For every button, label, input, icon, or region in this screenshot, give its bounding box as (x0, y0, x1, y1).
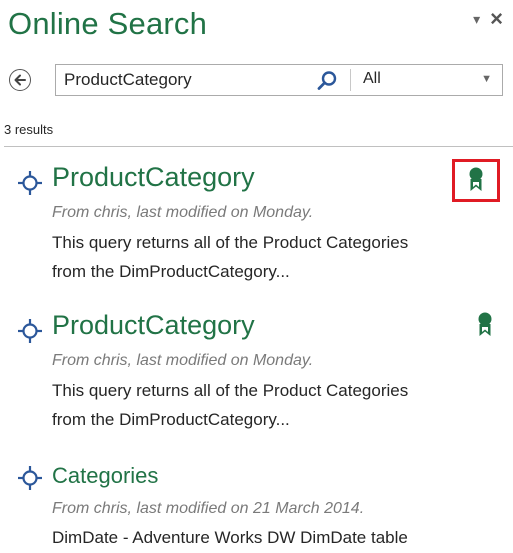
result-description: This query returns all of the Product Ca… (52, 376, 507, 434)
query-target-icon (18, 171, 42, 195)
result-description: This query returns all of the Product Ca… (52, 228, 507, 286)
result-description: DimDate - Adventure Works DW DimDate tab… (52, 523, 507, 552)
result-description-line: from the DimProductCategory... (52, 262, 290, 281)
result-title[interactable]: Categories (52, 463, 158, 489)
query-target-icon (18, 319, 42, 343)
result-meta: From chris, last modified on Monday. (52, 352, 314, 369)
certified-ribbon-icon (469, 167, 483, 191)
search-result-1[interactable]: ProductCategory From chris, last modifie… (0, 159, 513, 302)
results-divider (4, 146, 513, 147)
result-description-line: This query returns all of the Product Ca… (52, 233, 409, 252)
result-description-line: This query returns all of the Product Ca… (52, 381, 409, 400)
search-box: All ▼ (55, 64, 503, 96)
chevron-down-icon[interactable]: ▼ (481, 73, 492, 85)
pane-title: Online Search (8, 6, 208, 41)
certified-ribbon-icon (478, 312, 492, 336)
result-title[interactable]: ProductCategory (52, 310, 255, 341)
search-separator (350, 69, 351, 91)
result-meta: From chris, last modified on 21 March 20… (52, 500, 365, 517)
search-result-3[interactable]: Categories From chris, last modified on … (0, 460, 513, 553)
back-arrow-icon (14, 74, 26, 86)
query-target-icon (18, 466, 42, 490)
close-pane-icon[interactable]: × (490, 8, 503, 30)
online-search-pane: Online Search ▾ × All ▼ 3 results Produc… (0, 0, 513, 553)
pane-controls: ▾ × (473, 8, 503, 30)
result-count: 3 results (4, 122, 54, 137)
back-button[interactable] (9, 69, 31, 91)
magnifier-icon[interactable] (316, 70, 338, 92)
search-input[interactable] (64, 65, 294, 95)
result-meta: From chris, last modified on Monday. (52, 204, 314, 221)
search-result-2[interactable]: ProductCategory From chris, last modifie… (0, 310, 513, 450)
pane-options-dropdown-icon[interactable]: ▾ (473, 9, 480, 29)
result-description-line: DimDate - Adventure Works DW DimDate tab… (52, 528, 408, 547)
result-description-line: from the DimProductCategory... (52, 410, 290, 429)
result-title[interactable]: ProductCategory (52, 162, 255, 193)
search-scope-select[interactable]: All (363, 70, 381, 88)
